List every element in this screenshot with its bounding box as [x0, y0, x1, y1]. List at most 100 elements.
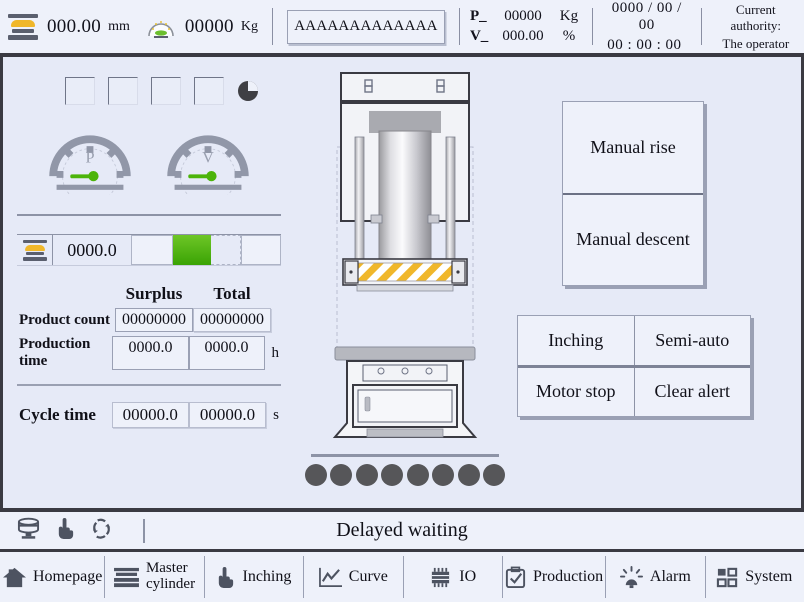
- left-panel: P V 0000.0 Surplus Total Product count 0…: [3, 57, 295, 508]
- datetime-readout: 0000 / 00 / 00 00 : 00 : 00: [599, 0, 695, 53]
- stroke-value: 000.00: [47, 15, 102, 37]
- chart-curve-icon: [318, 566, 343, 589]
- position-bar-end: [241, 235, 281, 265]
- alarm-beacon-icon: [619, 565, 644, 589]
- recipe-name-field[interactable]: AAAAAAAAAAAAA: [286, 9, 445, 44]
- table-row: Production time 0000.0 0000.0 h: [19, 336, 279, 370]
- status-dot[interactable]: [457, 464, 480, 486]
- velocity-key: V_: [469, 28, 489, 44]
- status-dot[interactable]: [432, 464, 455, 486]
- cycle-time-total[interactable]: 00000.0: [188, 402, 267, 428]
- status-dot[interactable]: [406, 464, 429, 486]
- authority-label: Current authority:: [730, 1, 782, 33]
- manual-rise-label: Manual rise: [590, 136, 676, 157]
- tab-homepage[interactable]: Homepage: [0, 552, 104, 602]
- press-stack-icon: [8, 13, 38, 40]
- center-panel: [295, 57, 515, 508]
- clear-alert-button[interactable]: Clear alert: [633, 367, 751, 416]
- position-bar-fill: [173, 235, 211, 265]
- indicator-box-4[interactable]: [194, 77, 224, 105]
- position-bar-remainder: [211, 235, 241, 265]
- status-dot[interactable]: [330, 464, 353, 486]
- gauge-icon: [146, 14, 176, 40]
- velocity-row: V_ 000.00 %: [470, 28, 582, 45]
- manual-descent-button[interactable]: Manual descent: [563, 192, 703, 286]
- pressure-value: 00000: [504, 8, 542, 24]
- indicator-dot-row: [303, 454, 507, 486]
- manual-rise-button[interactable]: Manual rise: [563, 102, 703, 193]
- col-header-total: Total: [213, 284, 251, 303]
- gauge-row: P V: [13, 123, 285, 204]
- tab-inching[interactable]: Inching: [203, 552, 303, 602]
- clipboard-check-icon: [504, 566, 527, 589]
- header-divider-4: [700, 8, 702, 45]
- date-value: 0000 / 00 / 00: [611, 0, 682, 33]
- statistics-table: Surplus Total Product count 00000000 000…: [13, 284, 285, 370]
- status-dot[interactable]: [355, 464, 378, 486]
- inching-label: Inching: [548, 329, 604, 350]
- authority-value: The operator: [722, 35, 790, 51]
- indicator-box-2[interactable]: [108, 77, 138, 105]
- production-time-surplus[interactable]: 0000.0: [112, 336, 189, 370]
- pressure-velocity-readout: P_ 00000 Kg V_ 000.00 %: [466, 0, 586, 53]
- dot-row-divider: [311, 454, 499, 457]
- velocity-gauge: V: [155, 123, 261, 204]
- header-divider-1: [271, 8, 273, 45]
- tab-io-label: IO: [459, 567, 477, 585]
- production-time-unit: h: [271, 344, 280, 361]
- position-bar: 0000.0: [17, 234, 281, 266]
- semi-auto-label: Semi-auto: [655, 329, 730, 350]
- product-count-surplus[interactable]: 00000000: [115, 308, 193, 332]
- production-time-total[interactable]: 0000.0: [188, 336, 265, 370]
- force-readout: 00000 Kg: [138, 0, 266, 53]
- hmi-application: 000.00 mm 00000 Kg AAAAAAAAAAAAA P_ 0000…: [0, 0, 804, 602]
- tab-homepage-label: Homepage: [33, 567, 103, 585]
- statistics-corner: [19, 284, 115, 304]
- tab-system[interactable]: System: [704, 552, 804, 602]
- status-dot[interactable]: [482, 464, 505, 486]
- position-bar-icon-cell: [17, 235, 53, 265]
- tab-inching-label: Inching: [242, 567, 292, 585]
- home-icon: [2, 566, 27, 589]
- motor-stop-label: Motor stop: [535, 381, 616, 402]
- main-area: P V 0000.0 Surplus Total Product count 0…: [0, 57, 804, 508]
- authority-readout: Current authority: The operator: [708, 0, 804, 53]
- motor-stop-button[interactable]: Motor stop: [518, 368, 634, 417]
- cycle-time-row: Cycle time 00000.0 00000.0 s: [13, 402, 285, 428]
- row-label-production-time: Production time: [19, 336, 91, 369]
- bottom-tab-bar: Homepage Master cylinder Inching Curve I…: [0, 552, 804, 602]
- semi-auto-button[interactable]: Semi-auto: [633, 316, 751, 365]
- tab-curve[interactable]: Curve: [303, 552, 402, 602]
- mode-row-bottom: Motor stop Clear alert: [518, 364, 751, 417]
- pressure-unit: Kg: [559, 8, 579, 24]
- position-bar-track[interactable]: [131, 235, 281, 265]
- svg-text:V: V: [202, 147, 214, 166]
- tab-production[interactable]: Production: [501, 552, 605, 602]
- inching-button[interactable]: Inching: [518, 316, 634, 365]
- tab-system-label: System: [745, 567, 793, 585]
- tab-io[interactable]: IO: [402, 552, 502, 602]
- product-count-total[interactable]: 00000000: [193, 308, 271, 332]
- force-unit: Kg: [240, 18, 258, 34]
- right-panel: Manual rise Manual descent Inching Semi-…: [515, 57, 801, 508]
- cycle-time-surplus[interactable]: 00000.0: [111, 402, 189, 428]
- left-divider-2: [17, 384, 281, 386]
- indicator-box-3[interactable]: [151, 77, 181, 105]
- row-label-product-count: Product count: [19, 311, 110, 328]
- pressure-key: P_: [469, 8, 487, 24]
- tab-production-label: Production: [532, 567, 604, 585]
- tab-alarm-label: Alarm: [649, 567, 691, 585]
- press-stack-icon: [113, 566, 140, 589]
- tab-alarm[interactable]: Alarm: [605, 552, 704, 602]
- status-dot[interactable]: [305, 464, 327, 486]
- status-dot[interactable]: [381, 464, 404, 486]
- tab-curve-label: Curve: [348, 567, 388, 585]
- cycle-time-unit: s: [273, 406, 279, 423]
- force-value: 00000: [184, 15, 234, 37]
- mode-control-panel: Inching Semi-auto Motor stop Clear alert: [517, 315, 751, 417]
- svg-text:P: P: [85, 147, 94, 166]
- manual-descent-label: Manual descent: [576, 229, 690, 250]
- status-bar: Delayed waiting: [0, 508, 804, 552]
- indicator-box-1[interactable]: [65, 77, 95, 105]
- tab-master-cylinder[interactable]: Master cylinder: [104, 552, 203, 602]
